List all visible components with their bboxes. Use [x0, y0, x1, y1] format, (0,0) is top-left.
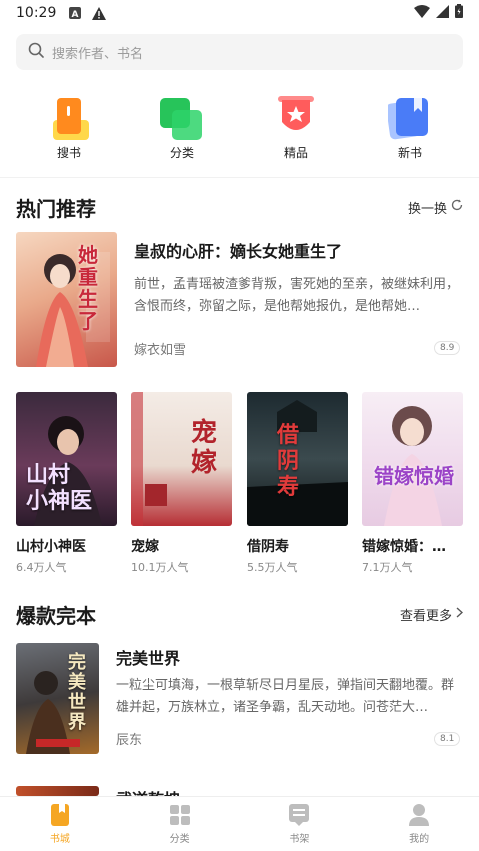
book-popularity: 5.5万人气 [247, 561, 298, 574]
notification-a-icon: A [68, 6, 82, 20]
score-badge: 8.1 [434, 732, 461, 746]
refresh-button[interactable]: 换一换 [408, 198, 463, 217]
featured-book-title[interactable]: 皇叔的心肝：嫡长女她重生了 [134, 238, 464, 262]
book-cover[interactable]: 山村 小神医 [16, 392, 117, 526]
tab-profile[interactable]: 我的 [359, 797, 479, 851]
tab-category[interactable]: 分类 [120, 797, 240, 851]
quick-nav-label: 搜书 [56, 146, 81, 160]
complete-section-header: 爆款完本 查看更多 [16, 600, 464, 628]
featured-book-author: 嫁衣如雪 [134, 343, 187, 358]
bottom-tab-bar: 书城 分类 书架 我的 [0, 796, 479, 851]
search-bar[interactable]: 搜索作者、书名 [16, 34, 463, 70]
book-cover[interactable]: 宠嫁 [131, 392, 232, 526]
grid-icon [169, 804, 191, 826]
new-book-icon [386, 96, 432, 140]
tab-label: 我的 [409, 833, 430, 845]
book-cover[interactable]: 完美世界 [16, 643, 99, 754]
quick-nav-category[interactable]: 分类 [142, 96, 222, 161]
tab-label: 书架 [289, 833, 310, 845]
chevron-right-icon [456, 606, 464, 622]
search-placeholder: 搜索作者、书名 [52, 46, 144, 62]
section-divider [0, 177, 479, 178]
book-cover[interactable]: 错嫁惊婚 [362, 392, 463, 526]
bookshelf-icon [288, 803, 310, 826]
category-icon [160, 96, 204, 140]
book-title[interactable]: 错嫁惊婚：… [362, 536, 462, 556]
quick-nav-label: 分类 [169, 146, 194, 160]
hot-section-title: 热门推荐 [16, 196, 96, 221]
tab-label: 分类 [169, 833, 190, 845]
status-time: 10:29 [16, 5, 57, 21]
complete-book-description: 一粒尘可填海，一根草斩尽日月星辰，弹指间天翻地覆。群雄并起，万族林立，诸圣争霸，… [116, 678, 455, 715]
quick-nav-label: 精品 [283, 146, 308, 160]
quick-nav: 搜书 分类 精品 新书 [0, 96, 479, 166]
warning-icon [92, 6, 107, 20]
view-more-button[interactable]: 查看更多 [399, 605, 464, 624]
book-cover[interactable]: 她重生了 [16, 232, 117, 367]
quick-nav-premium[interactable]: 精品 [256, 96, 336, 161]
book-title[interactable]: 山村小神医 [16, 536, 116, 556]
complete-book-author: 辰东 [116, 733, 143, 748]
premium-icon [274, 96, 318, 140]
book-cover[interactable]: 借阴寿 [247, 392, 348, 526]
quick-nav-new-book[interactable]: 新书 [370, 96, 450, 161]
profile-icon [408, 803, 430, 826]
book-popularity: 6.4万人气 [16, 561, 67, 574]
svg-text:A: A [72, 10, 79, 19]
search-book-icon [47, 96, 91, 140]
score-badge: 8.9 [434, 341, 461, 355]
signal-icon [436, 4, 449, 22]
featured-book-description: 前世，孟青瑶被渣爹背叛，害死她的至亲，被继妹利用，含恨而终，弥留之际，是他帮她报… [134, 277, 460, 314]
refresh-label: 换一换 [407, 201, 447, 217]
tab-label: 书城 [49, 833, 70, 845]
status-bar: 10:29 A [0, 0, 479, 26]
hot-section-header: 热门推荐 换一换 [16, 193, 463, 221]
bookstore-icon [49, 803, 71, 826]
book-popularity: 7.1万人气 [362, 561, 413, 574]
refresh-icon [451, 199, 463, 215]
complete-section-title: 爆款完本 [16, 603, 96, 628]
tab-bookstore[interactable]: 书城 [0, 797, 120, 851]
view-more-label: 查看更多 [399, 608, 452, 624]
book-popularity: 10.1万人气 [131, 561, 189, 574]
complete-book-title[interactable]: 完美世界 [116, 645, 456, 669]
book-cover[interactable] [16, 786, 99, 796]
quick-nav-label: 新书 [397, 146, 422, 160]
book-title[interactable]: 宠嫁 [131, 536, 231, 556]
search-icon [28, 42, 44, 62]
tab-bookshelf[interactable]: 书架 [240, 797, 360, 851]
wifi-icon [414, 4, 430, 22]
quick-nav-search-book[interactable]: 搜书 [29, 96, 109, 161]
book-title[interactable]: 借阴寿 [247, 536, 347, 556]
battery-icon [455, 4, 463, 22]
